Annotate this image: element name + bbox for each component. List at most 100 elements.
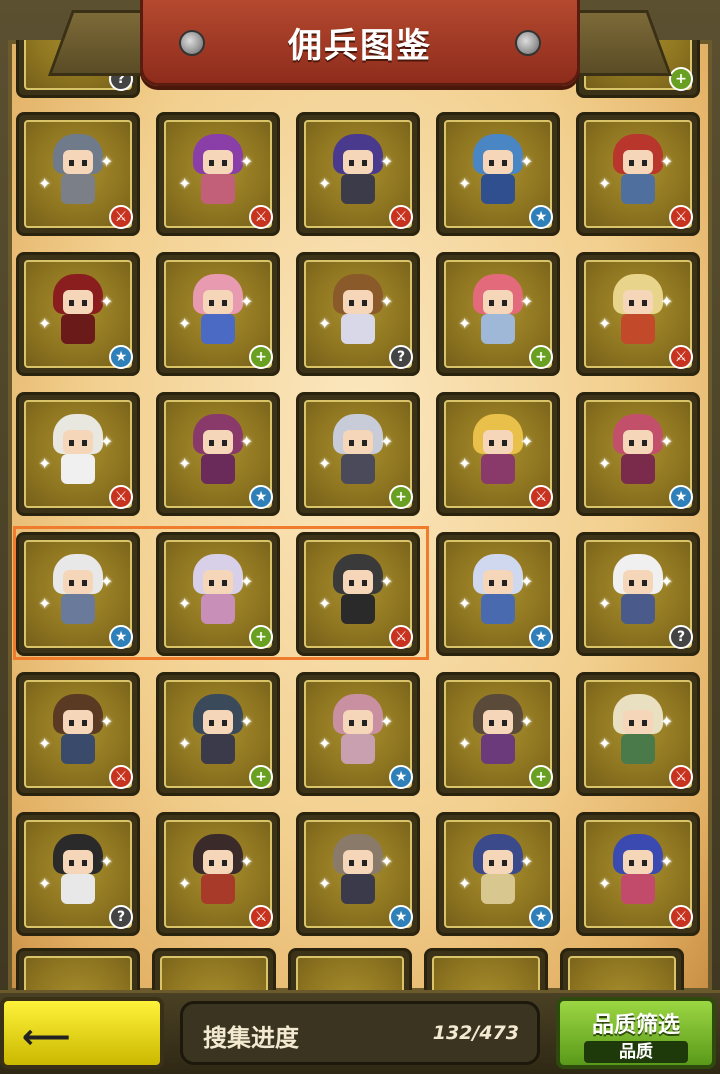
- hero-card[interactable]: ✦ ✦?: [576, 532, 700, 656]
- hero-portrait: [607, 132, 669, 212]
- sparkle-icon: ✦: [100, 712, 114, 731]
- attack-badge-icon: ⚔: [109, 765, 133, 789]
- sparkle-icon: ✦: [380, 572, 394, 591]
- hero-portrait: [607, 272, 669, 352]
- hero-portrait: [187, 832, 249, 912]
- hero-card[interactable]: ✦ ✦ +: [156, 672, 280, 796]
- hero-card[interactable]: ✦ ✦ ★: [16, 252, 140, 376]
- progress-count: 132/473: [432, 1022, 519, 1044]
- quality-filter-button[interactable]: 品质筛选 品质: [556, 997, 716, 1069]
- sparkle-icon: ✦: [318, 874, 332, 893]
- hero-portrait: [327, 272, 389, 352]
- hero-portrait: [187, 132, 249, 212]
- sparkle-icon: ✦: [520, 712, 534, 731]
- hero-card-partial[interactable]: [16, 948, 140, 990]
- star-badge-icon: ★: [109, 345, 133, 369]
- bottom-bar: ⟵ 搜集进度 132/473 品质筛选 品质: [0, 990, 720, 1074]
- hero-card[interactable]: ✦ ✦ ⚔: [576, 812, 700, 936]
- hero-card[interactable]: ✦ ✦ ⚔: [296, 112, 420, 236]
- sparkle-icon: ✦: [100, 432, 114, 451]
- sparkle-icon: ✦: [520, 292, 534, 311]
- hero-portrait: [327, 552, 389, 632]
- hero-card-partial[interactable]: [424, 948, 548, 990]
- hero-card[interactable]: ✦ ✦ ★: [576, 392, 700, 516]
- hero-portrait: [607, 412, 669, 492]
- sparkle-icon: ✦: [178, 594, 192, 613]
- sparkle-icon: ✦: [520, 852, 534, 871]
- star-badge-icon: ★: [389, 765, 413, 789]
- hero-card[interactable]: ✦ ✦ ★: [296, 812, 420, 936]
- support-badge-icon: +: [529, 765, 553, 789]
- hero-card[interactable]: ✦ ✦ ⚔: [436, 392, 560, 516]
- hero-card[interactable]: ✦ ✦ ★: [436, 812, 560, 936]
- hero-card[interactable]: ✦ ✦ ★: [436, 112, 560, 236]
- next-row-partial: [16, 948, 706, 990]
- hero-portrait: [47, 552, 109, 632]
- hero-card[interactable]: ✦ ✦ +: [436, 252, 560, 376]
- sparkle-icon: ✦: [520, 432, 534, 451]
- attack-badge-icon: ⚔: [669, 905, 693, 929]
- hero-card-partial[interactable]: [560, 948, 684, 990]
- header-banner: 佣兵图鉴: [140, 0, 580, 86]
- sparkle-icon: ✦: [240, 432, 254, 451]
- hero-card[interactable]: ✦ ✦ ⚔: [156, 812, 280, 936]
- attack-badge-icon: ⚔: [109, 485, 133, 509]
- sparkle-icon: ✦: [520, 572, 534, 591]
- hero-portrait: [47, 692, 109, 772]
- sparkle-icon: ✦: [660, 712, 674, 731]
- sparkle-icon: ✦: [660, 152, 674, 171]
- hero-card[interactable]: ✦ ✦ ⚔: [296, 532, 420, 656]
- hero-card[interactable]: ✦ ✦ ★: [436, 532, 560, 656]
- sparkle-icon: ✦: [240, 572, 254, 591]
- collection-progress: 搜集进度 132/473: [180, 1001, 540, 1065]
- hero-portrait: [187, 552, 249, 632]
- unknown-badge-icon: ?: [389, 345, 413, 369]
- hero-card[interactable]: ✦ ✦ ⚔: [16, 112, 140, 236]
- hero-card[interactable]: ✦ ✦ +: [296, 392, 420, 516]
- support-badge-icon: +: [249, 625, 273, 649]
- hero-card[interactable]: ✦ ✦ ★: [156, 392, 280, 516]
- hero-portrait: [327, 832, 389, 912]
- sparkle-icon: ✦: [38, 174, 52, 193]
- attack-badge-icon: ⚔: [529, 485, 553, 509]
- hero-card[interactable]: ✦ ✦ ★: [16, 532, 140, 656]
- sparkle-icon: ✦: [660, 572, 674, 591]
- sparkle-icon: ✦: [598, 734, 612, 753]
- hero-card[interactable]: ✦ ✦ +: [156, 252, 280, 376]
- hero-card[interactable]: ✦ ✦?: [296, 252, 420, 376]
- sparkle-icon: ✦: [38, 594, 52, 613]
- hero-card[interactable]: ✦ ✦ ⚔: [16, 392, 140, 516]
- hero-card[interactable]: ✦ ✦?: [16, 812, 140, 936]
- sparkle-icon: ✦: [458, 174, 472, 193]
- hero-card[interactable]: ✦ ✦ ⚔: [156, 112, 280, 236]
- star-badge-icon: ★: [529, 625, 553, 649]
- hero-card-partial[interactable]: [288, 948, 412, 990]
- sparkle-icon: ✦: [660, 432, 674, 451]
- hero-card[interactable]: ✦ ✦ +: [156, 532, 280, 656]
- hero-card[interactable]: ✦ ✦ ⚔: [576, 252, 700, 376]
- sparkle-icon: ✦: [240, 712, 254, 731]
- attack-badge-icon: ⚔: [389, 205, 413, 229]
- sparkle-icon: ✦: [458, 874, 472, 893]
- attack-badge-icon: ⚔: [389, 625, 413, 649]
- sparkle-icon: ✦: [178, 874, 192, 893]
- support-badge-icon: +: [249, 345, 273, 369]
- hero-portrait: [467, 832, 529, 912]
- hero-portrait: [327, 692, 389, 772]
- hero-portrait: [47, 132, 109, 212]
- hero-card-partial[interactable]: [152, 948, 276, 990]
- hero-portrait: [47, 412, 109, 492]
- back-button[interactable]: ⟵: [0, 997, 164, 1069]
- hero-portrait: [187, 412, 249, 492]
- hero-portrait: [187, 692, 249, 772]
- hero-card[interactable]: ✦ ✦ ★: [296, 672, 420, 796]
- hero-card[interactable]: ✦ ✦ +: [436, 672, 560, 796]
- sparkle-icon: ✦: [178, 734, 192, 753]
- sparkle-icon: ✦: [380, 852, 394, 871]
- hero-card[interactable]: ✦ ✦ ⚔: [16, 672, 140, 796]
- hero-card[interactable]: ✦ ✦ ⚔: [576, 672, 700, 796]
- sparkle-icon: ✦: [458, 594, 472, 613]
- hero-portrait: [607, 552, 669, 632]
- sparkle-icon: ✦: [318, 314, 332, 333]
- hero-card[interactable]: ✦ ✦ ⚔: [576, 112, 700, 236]
